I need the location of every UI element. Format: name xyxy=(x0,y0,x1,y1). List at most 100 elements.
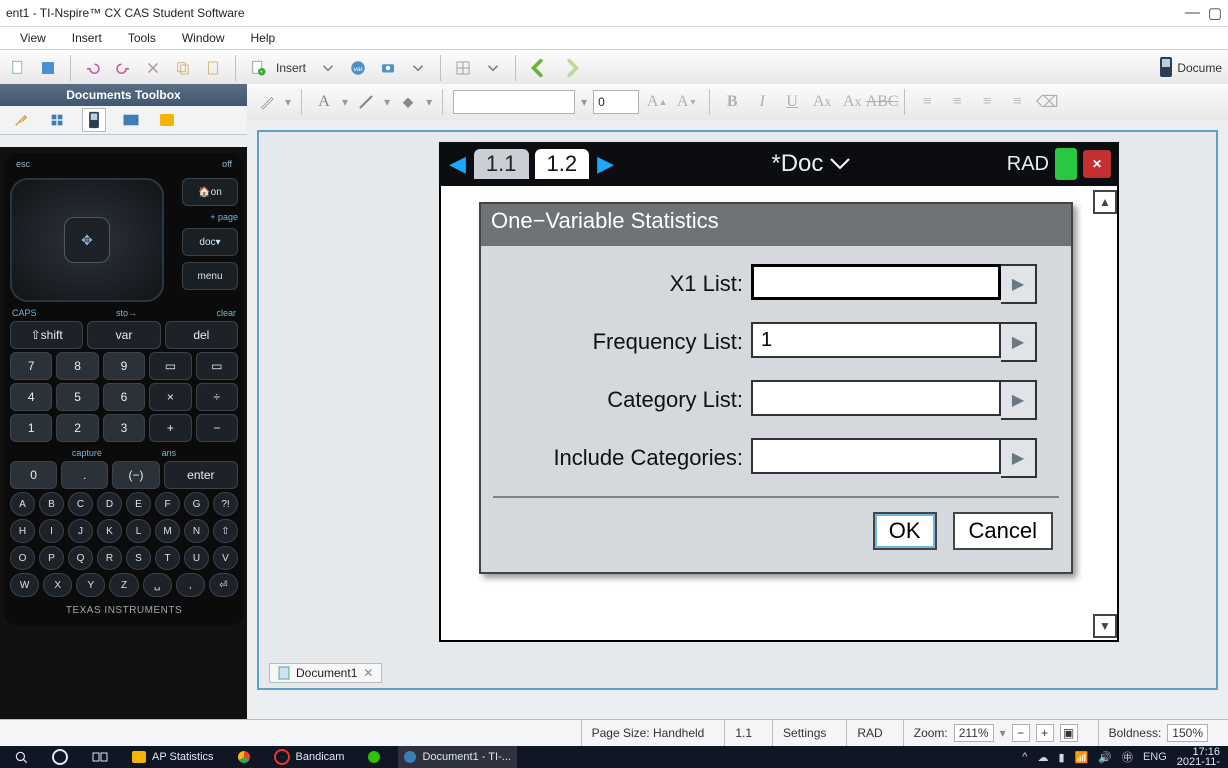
calc-shift-key[interactable]: ⇧shift xyxy=(10,321,83,349)
calc-key-4[interactable]: 4 xyxy=(10,383,52,411)
fill-color-button[interactable] xyxy=(396,90,420,114)
align-right-button[interactable]: ≡ xyxy=(975,89,999,115)
zoom-fit-button[interactable]: ▣ xyxy=(1060,724,1078,742)
tray-ime-icon[interactable]: ㊥ xyxy=(1122,749,1133,765)
frequency-list-dropdown[interactable]: ▶ xyxy=(1001,322,1037,362)
italic-button[interactable]: I xyxy=(750,89,774,115)
calc-key-E[interactable]: E xyxy=(126,492,151,516)
calc-key-neg[interactable]: (−) xyxy=(112,461,159,489)
capture-button[interactable] xyxy=(376,56,400,80)
calc-key-plus[interactable]: + xyxy=(149,414,191,442)
calc-key-H[interactable]: H xyxy=(10,519,35,543)
paste-button[interactable] xyxy=(201,56,225,80)
menu-help[interactable]: Help xyxy=(241,29,286,47)
task-bandicam[interactable]: Bandicam xyxy=(268,746,351,768)
undo-button[interactable] xyxy=(81,56,105,80)
boldness-value[interactable]: 150% xyxy=(1167,724,1208,742)
tray-lang[interactable]: ENG xyxy=(1143,751,1167,763)
calc-key-dot[interactable]: . xyxy=(61,461,108,489)
menu-window[interactable]: Window xyxy=(172,29,235,47)
calc-key-5[interactable]: 5 xyxy=(56,383,98,411)
document-tab[interactable]: Document1 ✕ xyxy=(269,663,382,683)
calc-key-D[interactable]: D xyxy=(97,492,122,516)
taskview-button[interactable] xyxy=(86,746,114,768)
menu-tools[interactable]: Tools xyxy=(118,29,166,47)
calc-key-comma[interactable]: , xyxy=(176,573,205,597)
nav-back-button[interactable] xyxy=(526,55,552,81)
calc-key-F[interactable]: F xyxy=(155,492,180,516)
tray-battery-icon[interactable]: ▮ xyxy=(1058,751,1064,764)
menu-view[interactable]: View xyxy=(10,29,56,47)
x1-list-input[interactable] xyxy=(751,264,1001,300)
frequency-list-input[interactable] xyxy=(751,322,1001,358)
text-color-button[interactable]: A xyxy=(312,90,336,114)
cortana-button[interactable] xyxy=(46,746,74,768)
toolbox-tab-libraries[interactable] xyxy=(156,109,178,131)
superscript-button[interactable]: Ax xyxy=(810,89,834,115)
tools-icon[interactable] xyxy=(255,90,279,114)
scroll-up-button[interactable]: ▲ xyxy=(1093,190,1117,214)
font-family-select[interactable] xyxy=(453,90,575,114)
redo-button[interactable] xyxy=(111,56,135,80)
insert-page-button[interactable]: + xyxy=(246,56,270,80)
calc-touchpad[interactable]: ✥ xyxy=(10,178,164,302)
tray-onedrive-icon[interactable]: ☁ xyxy=(1037,751,1048,764)
task-chrome[interactable] xyxy=(232,746,256,768)
calc-key-1[interactable]: 1 xyxy=(10,414,52,442)
calc-key-P[interactable]: P xyxy=(39,546,64,570)
scroll-down-button[interactable]: ▼ xyxy=(1093,614,1117,638)
calc-key-7[interactable]: 7 xyxy=(10,352,52,380)
toolbox-tab-tools[interactable] xyxy=(10,109,32,131)
cut-button[interactable] xyxy=(141,56,165,80)
calc-key-R[interactable]: R xyxy=(97,546,122,570)
tab-1-1[interactable]: 1.1 xyxy=(474,149,529,179)
calc-key-book[interactable]: ▭ xyxy=(149,352,191,380)
window-minimize-button[interactable]: — xyxy=(1185,4,1200,22)
task-wechat[interactable] xyxy=(362,746,386,768)
ok-button[interactable]: OK xyxy=(873,512,937,550)
calc-key-3[interactable]: 3 xyxy=(103,414,145,442)
calc-key-N[interactable]: N xyxy=(184,519,209,543)
calc-touchpad-click[interactable]: ✥ xyxy=(64,217,110,263)
font-size-input[interactable]: 0 xyxy=(593,90,639,114)
clear-format-button[interactable]: ⌫ xyxy=(1035,89,1059,115)
document-tab-close[interactable]: ✕ xyxy=(363,666,373,680)
zoom-in-button[interactable]: + xyxy=(1036,724,1054,742)
task-ti-nspire[interactable]: Document1 - TI-... xyxy=(398,746,516,768)
calc-key-Y[interactable]: Y xyxy=(76,573,105,597)
strike-button[interactable]: ABC xyxy=(870,89,894,115)
calc-key-mult[interactable]: × xyxy=(149,383,191,411)
calc-del-key[interactable]: del xyxy=(165,321,238,349)
calc-key-S[interactable]: S xyxy=(126,546,151,570)
calc-menu-key[interactable]: menu xyxy=(182,262,238,290)
tray-volume-icon[interactable]: 🔊 xyxy=(1098,751,1112,764)
category-list-input[interactable] xyxy=(751,380,1001,416)
handheld-scrollbar[interactable]: ▲ ▼ xyxy=(1093,190,1117,638)
toolbox-tab-pages[interactable] xyxy=(46,109,68,131)
calc-key-space[interactable]: ␣ xyxy=(143,573,172,597)
capture-dropdown[interactable] xyxy=(406,56,430,80)
category-list-dropdown[interactable]: ▶ xyxy=(1001,380,1037,420)
line-color-button[interactable] xyxy=(354,90,378,114)
calc-doc-key[interactable]: doc ▾ xyxy=(182,228,238,256)
var-button[interactable]: var xyxy=(346,56,370,80)
calc-key-C[interactable]: C xyxy=(68,492,93,516)
cancel-button[interactable]: Cancel xyxy=(953,512,1053,550)
include-categories-input[interactable] xyxy=(751,438,1001,474)
copy-button[interactable] xyxy=(171,56,195,80)
calc-enter-key[interactable]: enter xyxy=(164,461,238,489)
calc-key-T[interactable]: T xyxy=(155,546,180,570)
align-left-button[interactable]: ≡ xyxy=(915,89,939,115)
calc-key-U[interactable]: U xyxy=(184,546,209,570)
tray-chevron-icon[interactable]: ^ xyxy=(1022,751,1027,763)
bold-button[interactable]: B xyxy=(720,89,744,115)
calc-key-punct[interactable]: ?! xyxy=(213,492,238,516)
increase-font-button[interactable]: A▲ xyxy=(645,89,669,115)
calc-key-L[interactable]: L xyxy=(126,519,151,543)
nav-forward-button[interactable] xyxy=(558,55,584,81)
calc-key-K[interactable]: K xyxy=(97,519,122,543)
x1-list-dropdown[interactable]: ▶ xyxy=(1001,264,1037,304)
tray-date[interactable]: 2021-11- xyxy=(1177,757,1220,767)
handheld-close-button[interactable]: ✕ xyxy=(1083,150,1111,178)
calc-var-key[interactable]: var xyxy=(87,321,160,349)
